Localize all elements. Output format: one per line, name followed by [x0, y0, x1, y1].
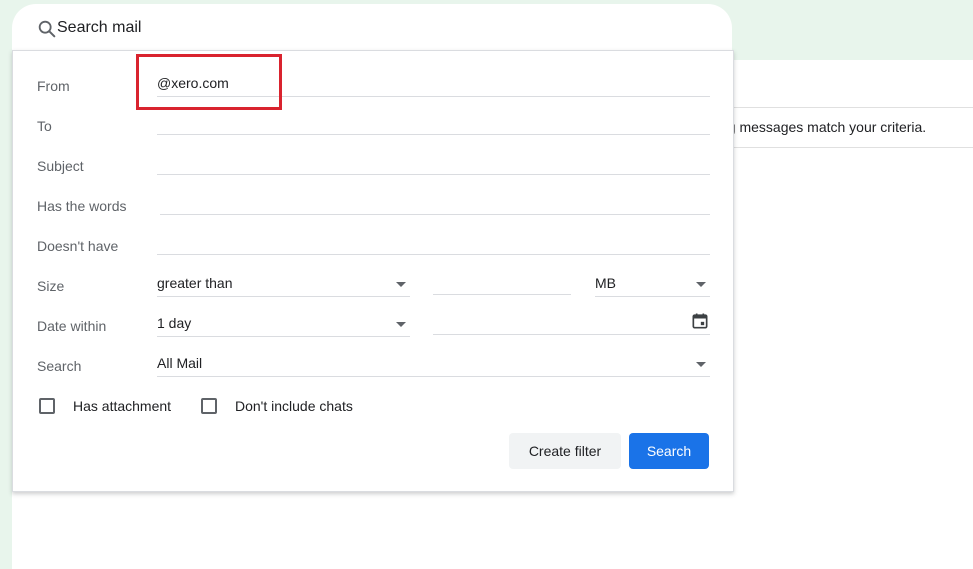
calendar-icon[interactable] — [690, 311, 710, 331]
no-chats-checkbox[interactable] — [201, 398, 217, 414]
create-filter-button[interactable]: Create filter — [509, 433, 621, 469]
has-words-field[interactable] — [160, 191, 710, 215]
size-amount-input[interactable] — [433, 271, 571, 295]
search-button[interactable]: Search — [629, 433, 709, 469]
size-label: Size — [37, 278, 65, 294]
search-bar[interactable]: Search mail — [12, 4, 732, 52]
has-attachment-checkbox[interactable] — [39, 398, 55, 414]
search-in-label: Search — [37, 358, 82, 374]
highlight-box — [136, 54, 282, 110]
search-in-select[interactable]: All Mail — [157, 353, 710, 377]
subject-label: Subject — [37, 158, 84, 174]
to-label: To — [37, 118, 52, 134]
divider — [720, 147, 973, 148]
advanced-search-panel: From @xero.com To Subject Has the words … — [12, 50, 734, 492]
chevron-down-icon — [396, 322, 406, 327]
chevron-down-icon — [696, 282, 706, 287]
no-results-message: ng messages match your criteria. — [720, 119, 927, 135]
search-icon[interactable] — [36, 18, 58, 40]
subject-field[interactable] — [157, 151, 710, 175]
to-field[interactable] — [157, 111, 710, 135]
search-input[interactable]: Search mail — [57, 19, 141, 37]
divider — [720, 107, 973, 108]
size-unit-select[interactable]: MB — [595, 273, 710, 297]
chevron-down-icon — [396, 282, 406, 287]
date-range-select[interactable]: 1 day — [157, 313, 410, 337]
from-label: From — [37, 78, 70, 94]
chevron-down-icon — [696, 362, 706, 367]
has-attachment-label: Has attachment — [73, 398, 172, 414]
doesnt-have-label: Doesn't have — [37, 238, 119, 254]
date-input[interactable] — [433, 311, 710, 335]
no-chats-label: Don't include chats — [235, 398, 353, 414]
has-words-label: Has the words — [37, 198, 127, 214]
date-within-label: Date within — [37, 318, 107, 334]
size-comparator-select[interactable]: greater than — [157, 273, 410, 297]
doesnt-have-field[interactable] — [157, 231, 710, 255]
